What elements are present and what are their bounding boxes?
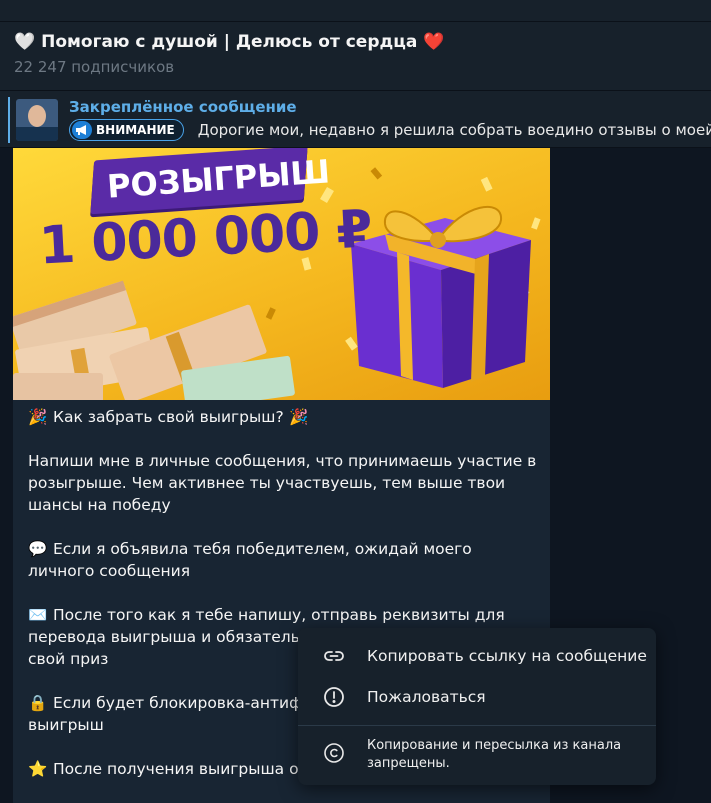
pinned-label: Закреплённое сообщение bbox=[69, 98, 297, 116]
white-heart-icon: 🤍 bbox=[14, 32, 36, 52]
post-paragraph: Напиши мне в личные сообщения, что прини… bbox=[28, 452, 537, 514]
subscriber-count: 22 247 подписчиков bbox=[14, 58, 175, 76]
channel-title[interactable]: 🤍 Помогаю с душой | Делюсь от сердца ❤️ bbox=[14, 32, 444, 52]
gift-box bbox=[351, 205, 531, 388]
menu-item-copy-link[interactable]: Копировать ссылку на сообщение bbox=[298, 636, 656, 676]
post-paragraph: 🎉 Как забрать свой выигрыш? 🎉 bbox=[28, 408, 309, 426]
pinned-text: Дорогие мои, недавно я решила собрать во… bbox=[197, 121, 711, 139]
channel-title-text: Помогаю с душой | Делюсь от сердца bbox=[41, 32, 418, 52]
party-popper-icon: 🎉 bbox=[288, 408, 309, 426]
attention-badge: ВНИМАНИЕ bbox=[69, 119, 184, 141]
money-stacks bbox=[13, 280, 295, 400]
pinned-message-bar[interactable]: Закреплённое сообщение ВНИМАНИЕ Дорогие … bbox=[0, 90, 711, 148]
copy-restriction-note: Копирование и пересылка из канала запрещ… bbox=[298, 732, 656, 778]
menu-item-label: Копировать ссылку на сообщение bbox=[367, 647, 647, 665]
post-image[interactable]: РОЗЫГРЫШ 1 000 000 ₽ bbox=[13, 148, 550, 400]
context-menu: Копировать ссылку на сообщение Пожаловат… bbox=[298, 628, 656, 785]
lock-icon: 🔒 bbox=[28, 694, 48, 712]
pinned-preview: ВНИМАНИЕ Дорогие мои, недавно я решила с… bbox=[69, 119, 711, 141]
link-icon bbox=[321, 643, 347, 669]
channel-header[interactable]: 🤍 Помогаю с душой | Делюсь от сердца ❤️ … bbox=[0, 22, 711, 90]
pinned-accent-bar bbox=[8, 97, 10, 143]
envelope-icon: ✉️ bbox=[28, 606, 48, 624]
menu-separator bbox=[298, 725, 656, 726]
report-icon bbox=[321, 684, 347, 710]
menu-item-label: Пожаловаться bbox=[367, 688, 486, 706]
star-icon: ⭐ bbox=[28, 760, 48, 778]
megaphone-icon bbox=[72, 121, 92, 139]
pinned-thumbnail bbox=[16, 99, 58, 141]
red-heart-icon: ❤️ bbox=[423, 32, 445, 52]
party-popper-icon: 🎉 bbox=[28, 408, 48, 426]
copyright-icon bbox=[321, 740, 347, 766]
menu-item-report[interactable]: Пожаловаться bbox=[298, 677, 656, 717]
post-paragraph: 💬 Если я объявила тебя победителем, ожид… bbox=[28, 540, 472, 580]
window-top-strip bbox=[0, 0, 711, 22]
copy-restriction-text: Копирование и пересылка из канала запрещ… bbox=[367, 738, 622, 771]
speech-bubble-icon: 💬 bbox=[28, 540, 48, 558]
attention-badge-text: ВНИМАНИЕ bbox=[96, 123, 175, 137]
